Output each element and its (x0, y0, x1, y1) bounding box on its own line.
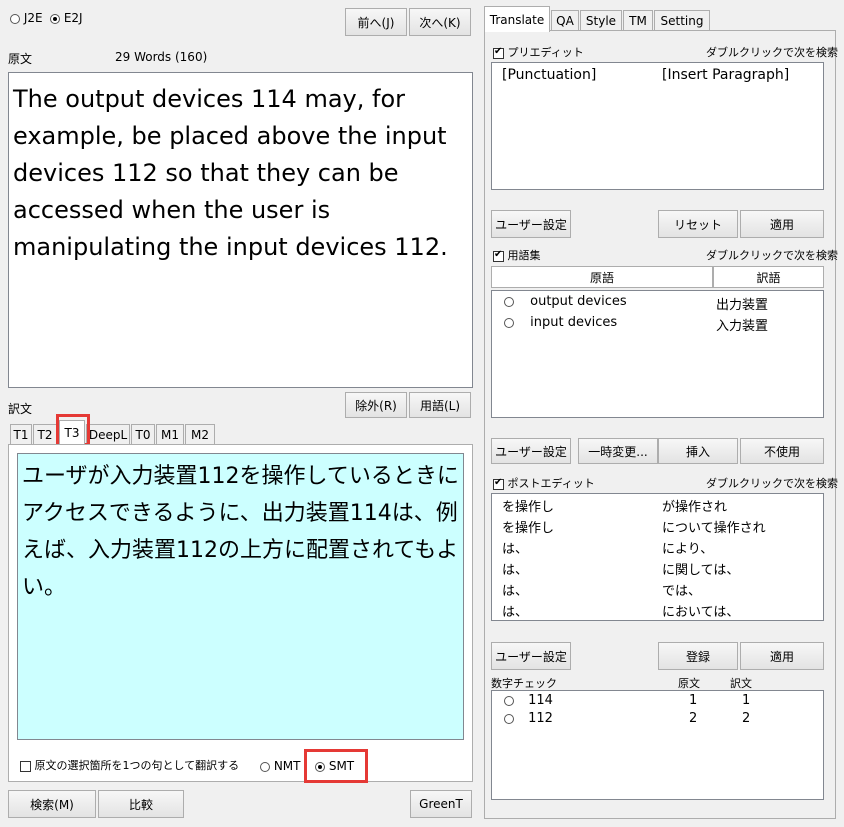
post-edit-row-right: について操作され (662, 521, 766, 536)
tab-t0[interactable]: T0 (131, 424, 155, 444)
number-check-row-source: 1 (689, 693, 698, 708)
glossary-checkbox[interactable]: 用語集 (493, 247, 541, 263)
pre-edit-item-left: [Punctuation] (502, 67, 597, 83)
unused-button[interactable]: 不使用 (740, 438, 824, 464)
e2j-radio-button[interactable] (50, 13, 60, 24)
post-edit-row-left: は、 (502, 605, 529, 620)
phrase-checkbox[interactable]: 原文の選択箇所を1つの句として翻訳する (20, 757, 239, 773)
pre-edit-list[interactable]: [Punctuation] [Insert Paragraph] (491, 62, 824, 190)
glossary-col-source[interactable]: 原語 (491, 266, 713, 288)
nmt-radio[interactable]: NMT (260, 759, 301, 773)
tab-m2[interactable]: M2 (185, 424, 215, 444)
post-edit-row-left: は、 (502, 542, 529, 557)
translation-textbox[interactable]: ユーザが入力装置112を操作しているときにアクセスできるように、出力装置114は… (17, 453, 464, 740)
post-edit-row-left: を操作し (502, 521, 555, 536)
glossary-row-radio[interactable] (504, 296, 514, 307)
pre-edit-apply-button[interactable]: 適用 (740, 210, 824, 238)
number-check-label: 数字チェック (491, 677, 557, 690)
tab-tm[interactable]: TM (623, 10, 653, 30)
glossary-list[interactable]: output devices 出力装置 input devices 入力装置 (491, 290, 824, 418)
number-check-list[interactable]: 114 1 1 112 2 2 (491, 690, 824, 800)
post-edit-row-right: が操作され (662, 500, 728, 515)
tab-qa[interactable]: QA (551, 10, 579, 30)
pre-edit-checkbox[interactable]: プリエディット (493, 44, 584, 60)
tab-setting[interactable]: Setting (654, 10, 710, 30)
pre-edit-label: プリエディット (507, 46, 584, 59)
greent-button[interactable]: GreenT (410, 790, 472, 818)
smt-highlight (304, 749, 368, 783)
register-button[interactable]: 登録 (658, 642, 738, 670)
source-label: 原文 (8, 52, 33, 66)
next-button[interactable]: 次へ(K) (409, 8, 471, 36)
search-button[interactable]: 検索(M) (8, 790, 96, 818)
source-textbox[interactable]: The output devices 114 may, for example,… (8, 72, 473, 388)
post-edit-hint: ダブルクリックで次を検索 (706, 477, 838, 490)
post-edit-row-right: では、 (662, 584, 702, 599)
number-check-row-source: 2 (689, 711, 698, 726)
tab-t3[interactable]: T3 (59, 420, 85, 444)
nmt-radio-button[interactable] (260, 761, 270, 772)
e2j-radio[interactable]: E2J (50, 11, 83, 25)
pre-edit-reset-button[interactable]: リセット (658, 210, 738, 238)
word-count: 29 Words (160) (115, 50, 208, 64)
tab-t2[interactable]: T2 (33, 424, 57, 444)
post-edit-apply-button[interactable]: 適用 (740, 642, 824, 670)
number-check-row-target: 2 (742, 711, 751, 726)
glossary-row-target: 入力装置 (716, 319, 769, 334)
j2e-radio-button[interactable] (10, 13, 20, 24)
j2e-label: J2E (23, 11, 43, 25)
j2e-radio[interactable]: J2E (10, 11, 43, 25)
post-edit-label: ポストエディット (507, 477, 595, 490)
post-edit-checkbox-box[interactable] (493, 477, 504, 490)
post-edit-list[interactable]: を操作し が操作され を操作し について操作され は、 により、 は、 に関して… (491, 493, 824, 621)
number-check-row-radio[interactable] (504, 695, 514, 706)
tab-style[interactable]: Style (580, 10, 622, 30)
pre-edit-hint: ダブルクリックで次を検索 (706, 46, 838, 59)
glossary-label: 用語集 (507, 249, 541, 262)
pre-edit-checkbox-box[interactable] (493, 46, 504, 59)
post-edit-checkbox[interactable]: ポストエディット (493, 475, 595, 491)
glossary-hint: ダブルクリックで次を検索 (706, 249, 838, 262)
glossary-user-settings-button[interactable]: ユーザー設定 (491, 438, 571, 464)
number-check-col-source: 原文 (678, 677, 700, 690)
exclude-button[interactable]: 除外(R) (345, 392, 407, 418)
e2j-label: E2J (63, 11, 83, 25)
post-edit-row-left: は、 (502, 584, 529, 599)
insert-button[interactable]: 挿入 (658, 438, 738, 464)
terms-button[interactable]: 用語(L) (409, 392, 471, 418)
phrase-checkbox-label: 原文の選択箇所を1つの句として翻訳する (34, 759, 240, 772)
phrase-checkbox-box[interactable] (20, 760, 31, 772)
pre-edit-user-settings-button[interactable]: ユーザー設定 (491, 210, 571, 238)
number-check-col-target: 訳文 (730, 677, 752, 690)
post-edit-row-left: は、 (502, 563, 529, 578)
post-edit-row-right: により、 (662, 542, 714, 557)
post-edit-row-right: に関しては、 (662, 563, 740, 578)
temp-change-button[interactable]: 一時変更... (578, 438, 658, 464)
source-text: The output devices 114 may, for example,… (13, 85, 448, 261)
tab-m1[interactable]: M1 (156, 424, 184, 444)
compare-button[interactable]: 比較 (98, 790, 184, 818)
nmt-label: NMT (273, 759, 301, 773)
post-edit-user-settings-button[interactable]: ユーザー設定 (491, 642, 571, 670)
number-check-row-radio[interactable] (504, 713, 514, 724)
number-check-row-target: 1 (742, 693, 751, 708)
tab-deepl[interactable]: DeepL (86, 424, 130, 444)
glossary-row-radio[interactable] (504, 317, 514, 328)
number-check-row[interactable]: 114 (504, 693, 553, 708)
translation-label: 訳文 (8, 402, 33, 416)
tab-t1[interactable]: T1 (10, 424, 32, 444)
pre-edit-item-right: [Insert Paragraph] (662, 67, 790, 83)
number-check-row[interactable]: 112 (504, 711, 553, 726)
glossary-row-target: 出力装置 (716, 298, 769, 313)
glossary-checkbox-box[interactable] (493, 249, 504, 262)
glossary-col-target[interactable]: 訳語 (713, 266, 824, 288)
translation-text: ユーザが入力装置112を操作しているときにアクセスできるように、出力装置114は… (22, 464, 459, 600)
post-edit-row-left: を操作し (502, 500, 555, 515)
tab-translate[interactable]: Translate (484, 6, 550, 32)
prev-button[interactable]: 前へ(J) (345, 8, 407, 36)
post-edit-row-right: においては、 (662, 605, 740, 620)
